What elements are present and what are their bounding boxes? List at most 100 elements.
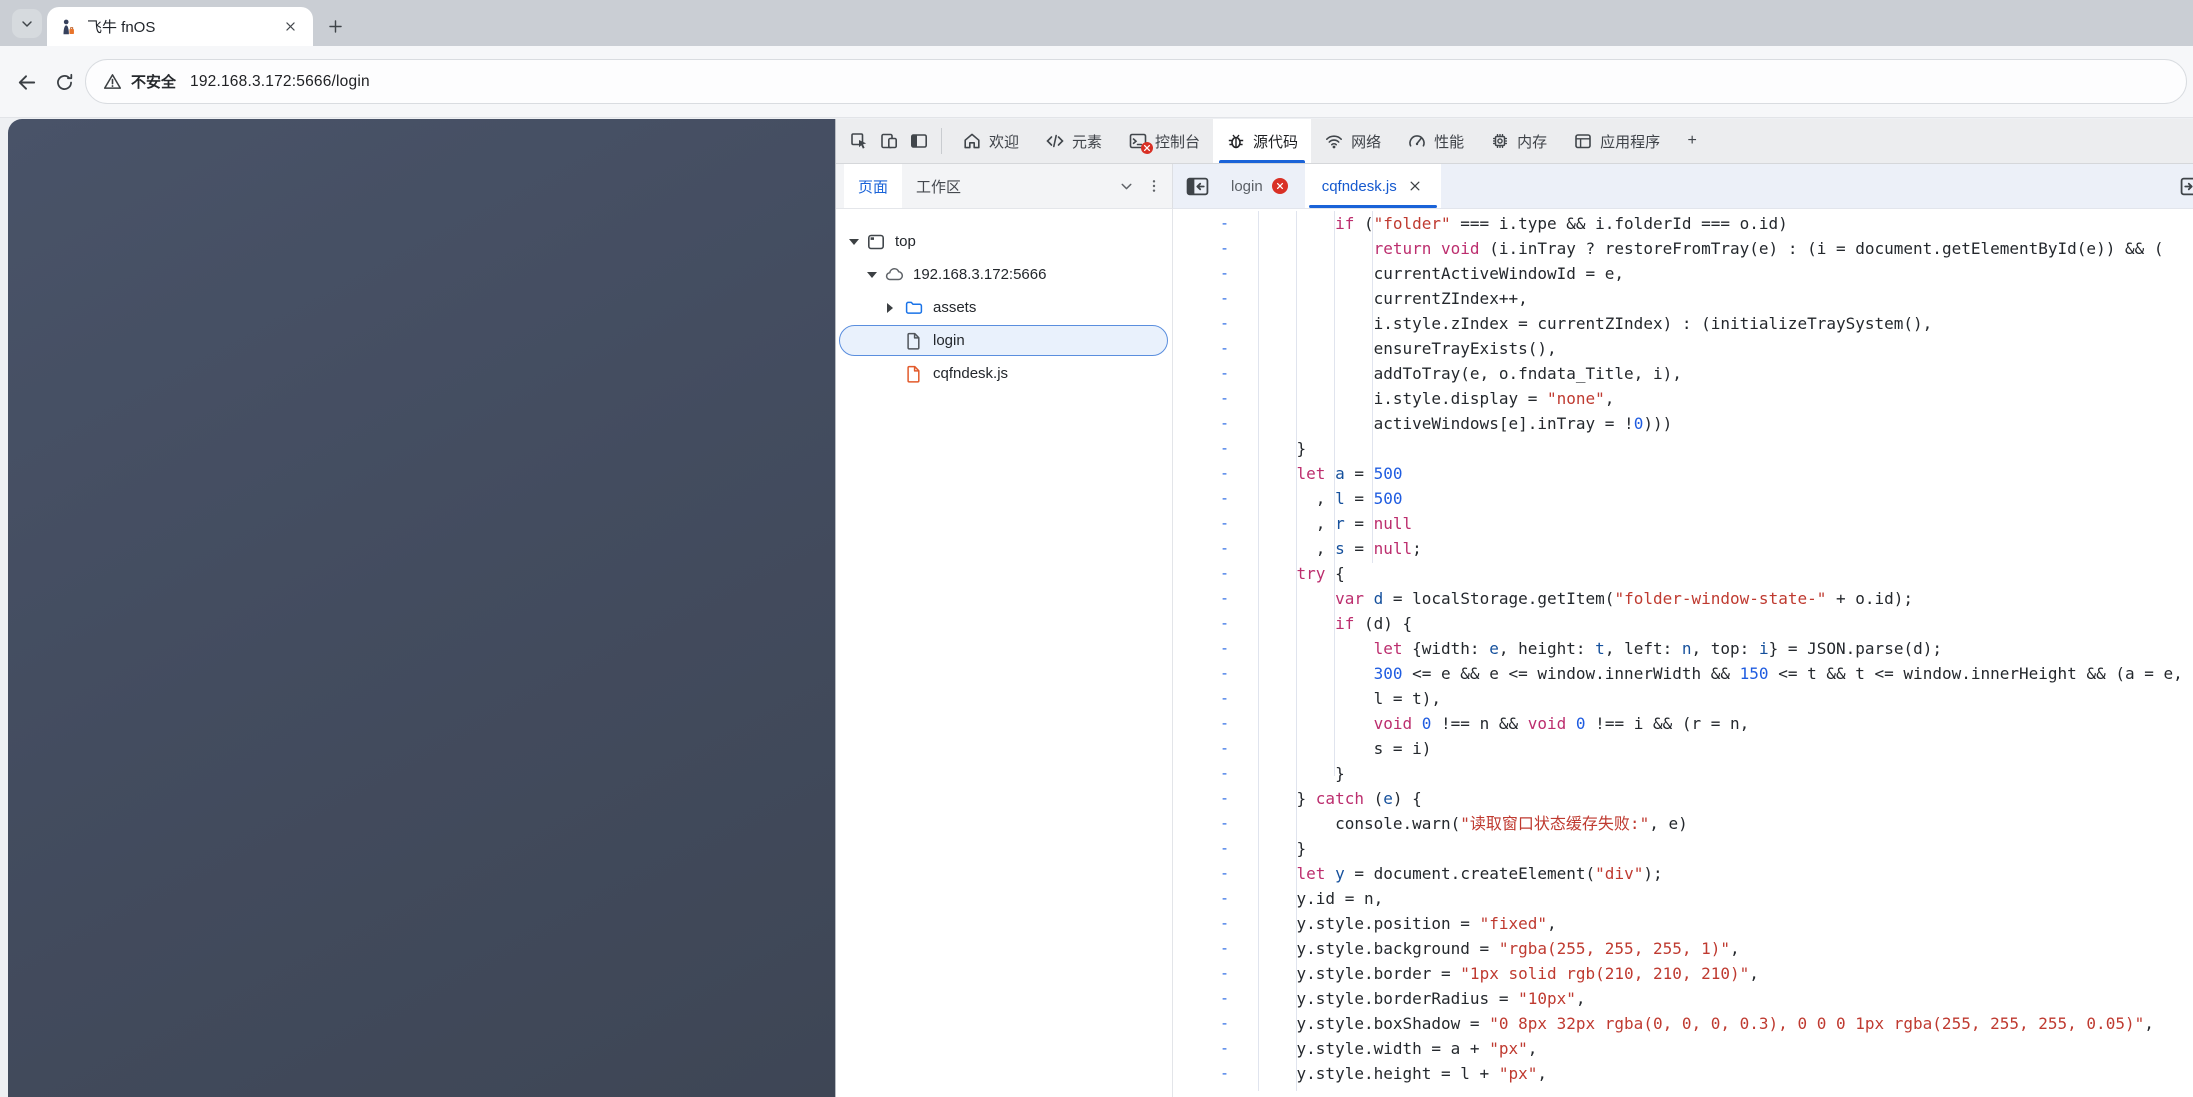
line-gutter-marker[interactable]: - — [1173, 386, 1251, 411]
code-line[interactable]: - , s = null; — [1173, 536, 2193, 561]
editor-tab-close-icon[interactable] — [1406, 177, 1424, 195]
code-line[interactable]: - if (d) { — [1173, 611, 2193, 636]
code-line[interactable]: - ensureTrayExists(), — [1173, 336, 2193, 361]
back-button[interactable] — [13, 69, 40, 96]
line-gutter-marker[interactable]: - — [1173, 411, 1251, 436]
line-gutter-marker[interactable]: - — [1173, 936, 1251, 961]
line-gutter-marker[interactable]: - — [1173, 561, 1251, 586]
code-line[interactable]: - i.style.display = "none", — [1173, 386, 2193, 411]
line-gutter-marker[interactable]: - — [1173, 761, 1251, 786]
reload-button[interactable] — [51, 69, 78, 96]
code-line[interactable]: - , r = null — [1173, 511, 2193, 536]
navigator-overflow-chevron-icon[interactable] — [1114, 178, 1138, 195]
navigator-tab-workspace[interactable]: 工作区 — [902, 164, 975, 208]
code-line[interactable]: - try { — [1173, 561, 2193, 586]
code-line[interactable]: - 300 <= e && e <= window.innerWidth && … — [1173, 661, 2193, 686]
line-gutter-marker[interactable]: - — [1173, 736, 1251, 761]
line-gutter-marker[interactable]: - — [1173, 361, 1251, 386]
open-right-panel-button[interactable] — [2177, 173, 2193, 199]
line-gutter-marker[interactable]: - — [1173, 586, 1251, 611]
line-gutter-marker[interactable]: - — [1173, 461, 1251, 486]
code-line[interactable]: - void 0 !== n && void 0 !== i && (r = n… — [1173, 711, 2193, 736]
code-line[interactable]: - i.style.zIndex = currentZIndex) : (ini… — [1173, 311, 2193, 336]
line-gutter-marker[interactable]: - — [1173, 436, 1251, 461]
line-gutter-marker[interactable]: - — [1173, 286, 1251, 311]
line-gutter-marker[interactable]: - — [1173, 686, 1251, 711]
code-line[interactable]: - let a = 500 — [1173, 461, 2193, 486]
tab-close-button[interactable] — [279, 16, 301, 38]
line-gutter-marker[interactable]: - — [1173, 636, 1251, 661]
line-gutter-marker[interactable]: - — [1173, 811, 1251, 836]
line-gutter-marker[interactable]: - — [1173, 911, 1251, 936]
code-line[interactable]: - y.style.width = a + "px", — [1173, 1036, 2193, 1061]
line-gutter-marker[interactable]: - — [1173, 611, 1251, 636]
code-line[interactable]: - y.style.position = "fixed", — [1173, 911, 2193, 936]
code-line[interactable]: - if ("folder" === i.type && i.folderId … — [1173, 211, 2193, 236]
code-line[interactable]: - y.style.border = "1px solid rgb(210, 2… — [1173, 961, 2193, 986]
editor-tab-login[interactable]: login — [1214, 164, 1305, 208]
tree-expander-open-icon[interactable] — [867, 271, 884, 278]
line-gutter-marker[interactable]: - — [1173, 236, 1251, 261]
new-tab-button[interactable] — [322, 13, 348, 39]
more-tools-button[interactable]: + — [1673, 119, 1711, 163]
line-gutter-marker[interactable]: - — [1173, 886, 1251, 911]
code-line[interactable]: - activeWindows[e].inTray = !0))) — [1173, 411, 2193, 436]
device-toolbar-button[interactable] — [874, 119, 904, 163]
tree-item-192-168-3-172-5666[interactable]: 192.168.3.172:5666 — [836, 258, 1172, 291]
tab-search-button[interactable] — [12, 9, 42, 38]
dock-side-button[interactable] — [904, 119, 934, 163]
line-gutter-marker[interactable]: - — [1173, 1036, 1251, 1061]
code-line[interactable]: - } — [1173, 836, 2193, 861]
line-gutter-marker[interactable]: - — [1173, 336, 1251, 361]
devtools-tab-application[interactable]: 应用程序 — [1560, 119, 1673, 163]
code-editor[interactable]: - if ("folder" === i.type && i.folderId … — [1173, 209, 2193, 1097]
line-gutter-marker[interactable]: - — [1173, 1011, 1251, 1036]
tree-item-top[interactable]: top — [836, 225, 1172, 258]
more-options-icon[interactable] — [1144, 178, 1164, 194]
tree-item-assets[interactable]: assets — [836, 291, 1172, 324]
tree-expander-closed-icon[interactable] — [887, 302, 904, 313]
code-line[interactable]: - , l = 500 — [1173, 486, 2193, 511]
line-gutter-marker[interactable]: - — [1173, 211, 1251, 236]
line-gutter-marker[interactable]: - — [1173, 961, 1251, 986]
editor-tab-cqfndesk-js[interactable]: cqfndesk.js — [1304, 164, 1441, 208]
inspect-button[interactable] — [844, 119, 874, 163]
line-gutter-marker[interactable]: - — [1173, 661, 1251, 686]
code-line[interactable]: - y.style.boxShadow = "0 8px 32px rgba(0… — [1173, 1011, 2193, 1036]
line-gutter-marker[interactable]: - — [1173, 711, 1251, 736]
code-line[interactable]: - } catch (e) { — [1173, 786, 2193, 811]
code-line[interactable]: - let y = document.createElement("div"); — [1173, 861, 2193, 886]
browser-tab[interactable]: 飞牛 fnOS — [47, 7, 313, 46]
code-line[interactable]: - y.id = n, — [1173, 886, 2193, 911]
code-line[interactable]: - y.style.borderRadius = "10px", — [1173, 986, 2193, 1011]
line-gutter-marker[interactable]: - — [1173, 486, 1251, 511]
line-gutter-marker[interactable]: - — [1173, 836, 1251, 861]
devtools-tab-sources[interactable]: 源代码 — [1213, 119, 1312, 163]
line-gutter-marker[interactable]: - — [1173, 311, 1251, 336]
code-line[interactable]: - } — [1173, 761, 2193, 786]
code-line[interactable]: - y.style.background = "rgba(255, 255, 2… — [1173, 936, 2193, 961]
code-line[interactable]: - var d = localStorage.getItem("folder-w… — [1173, 586, 2193, 611]
line-gutter-marker[interactable]: - — [1173, 986, 1251, 1011]
line-gutter-marker[interactable]: - — [1173, 861, 1251, 886]
code-line[interactable]: - addToTray(e, o.fndata_Title, i), — [1173, 361, 2193, 386]
tree-item-login[interactable]: login — [836, 324, 1172, 357]
line-gutter-marker[interactable]: - — [1173, 511, 1251, 536]
address-bar[interactable]: 不安全 192.168.3.172:5666/login — [85, 59, 2187, 104]
devtools-tab-console[interactable]: 控制台 — [1115, 119, 1213, 163]
line-gutter-marker[interactable]: - — [1173, 1061, 1251, 1086]
code-line[interactable]: - } — [1173, 436, 2193, 461]
devtools-tab-elements[interactable]: 元素 — [1032, 119, 1115, 163]
tree-expander-open-icon[interactable] — [849, 238, 866, 245]
code-line[interactable]: - l = t), — [1173, 686, 2193, 711]
devtools-tab-performance[interactable]: 性能 — [1394, 119, 1477, 163]
code-line[interactable]: - let {width: e, height: t, left: n, top… — [1173, 636, 2193, 661]
devtools-tab-memory[interactable]: 内存 — [1477, 119, 1560, 163]
line-gutter-marker[interactable]: - — [1173, 536, 1251, 561]
line-gutter-marker[interactable]: - — [1173, 261, 1251, 286]
navigator-tab-page[interactable]: 页面 — [844, 164, 903, 208]
code-line[interactable]: - currentActiveWindowId = e, — [1173, 261, 2193, 286]
tree-item-cqfndesk-js[interactable]: cqfndesk.js — [836, 357, 1172, 390]
page-viewport[interactable] — [8, 119, 835, 1097]
hide-navigator-button[interactable] — [1180, 164, 1214, 208]
